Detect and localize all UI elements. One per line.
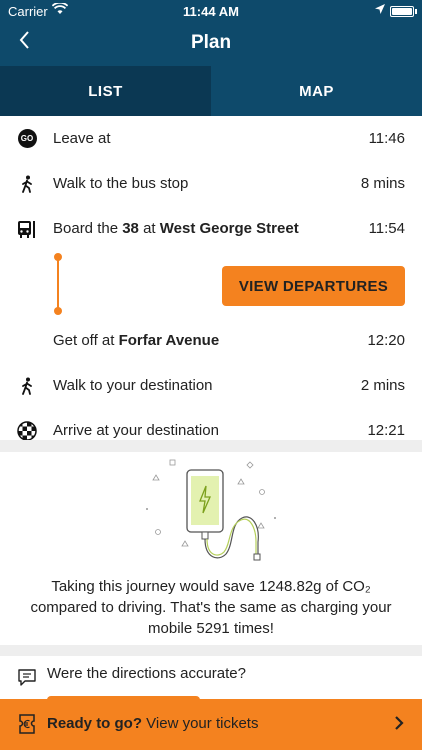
step-time: 12:21 (367, 422, 405, 439)
status-bar: Carrier 11:44 AM (0, 0, 422, 22)
step-label: Board the 38 at West George Street (53, 220, 299, 237)
directions-feedback: Were the directions accurate? (0, 656, 422, 706)
nav-bar: Plan (0, 22, 422, 66)
view-tickets-bar[interactable]: Ready to go? View your tickets (0, 699, 422, 750)
step-get-off: Get off at Forfar Avenue 12:20 (0, 318, 422, 363)
status-time: 11:44 AM (183, 4, 239, 19)
alight-stop-name: Forfar Avenue (118, 332, 220, 349)
step-board: Board the 38 at West George Street 11:54 (0, 206, 422, 251)
step-time: 12:20 (367, 332, 405, 349)
walking-person-icon (17, 174, 37, 194)
step-walk-to-stop: Walk to the bus stop 8 mins (0, 161, 422, 206)
journey-steps: GO Leave at 11:46 Walk to the bus stop 8… (0, 116, 422, 453)
route-line (57, 258, 59, 310)
step-label: Leave at (53, 130, 111, 147)
step-label: Arrive at your destination (53, 422, 219, 439)
page-title: Plan (190, 32, 232, 53)
speech-bubble-icon (17, 667, 37, 692)
tab-map[interactable]: MAP (211, 66, 422, 116)
step-time: 11:46 (368, 130, 405, 147)
phone-charging-illustration (146, 459, 276, 561)
battery-icon (390, 6, 414, 17)
checkered-flag-icon (17, 420, 37, 441)
tab-list[interactable]: LIST (0, 66, 211, 116)
step-label: Get off at Forfar Avenue (53, 332, 220, 349)
route-number: 38 (122, 220, 139, 237)
view-tickets-text: Ready to go? View your tickets (47, 715, 259, 732)
co2-savings-text: Taking this journey would save 1248.82g … (30, 578, 392, 637)
route-dot (54, 253, 62, 261)
feedback-question: Were the directions accurate? (47, 665, 246, 682)
bus-stop-icon (17, 219, 37, 239)
step-label: Walk to your destination (53, 377, 213, 394)
step-label: Walk to the bus stop (53, 175, 189, 192)
view-departures-button[interactable]: VIEW DEPARTURES (222, 266, 405, 306)
go-icon: GO (17, 129, 37, 149)
step-walk-to-destination: Walk to your destination 2 mins (0, 363, 422, 408)
step-leave: GO Leave at 11:46 (0, 116, 422, 161)
route-dot (54, 307, 62, 315)
board-stop-name: West George Street (159, 220, 299, 237)
battery-tip (415, 9, 417, 14)
section-divider (0, 440, 422, 452)
ticket-icon (17, 713, 37, 740)
view-tabs: LIST MAP (0, 66, 422, 116)
step-time: 11:54 (368, 220, 405, 237)
walking-person-icon (17, 376, 37, 396)
step-duration: 8 mins (360, 175, 405, 192)
step-duration: 2 mins (360, 377, 405, 394)
co2-savings-card: Taking this journey would save 1248.82g … (0, 452, 422, 645)
location-arrow-icon (374, 3, 386, 18)
chevron-right-icon (394, 711, 404, 737)
